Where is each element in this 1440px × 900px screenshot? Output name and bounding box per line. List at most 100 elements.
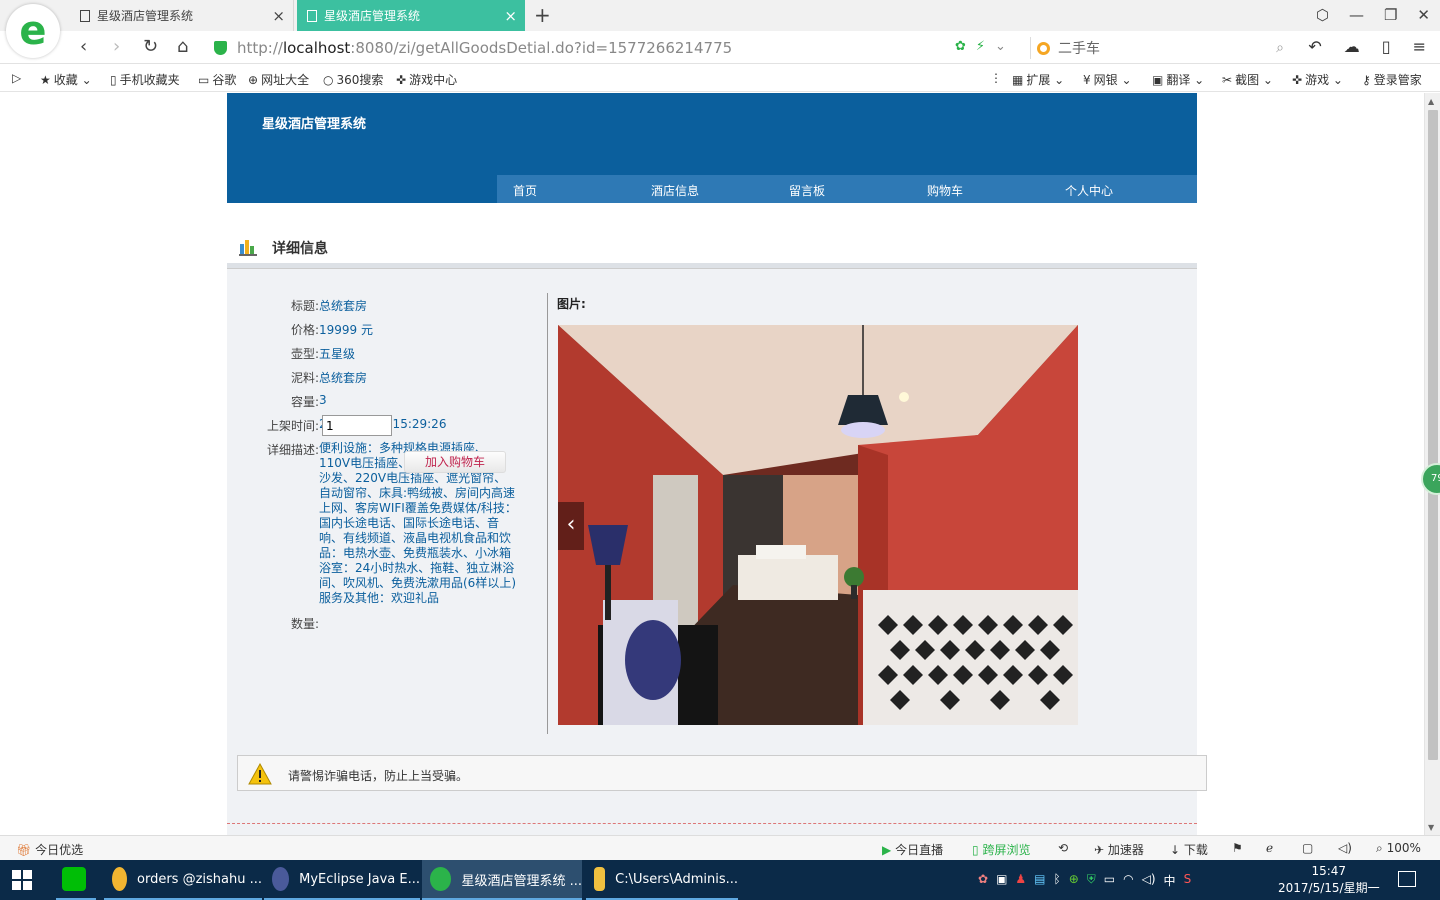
reload-icon[interactable]: ↻ [143, 36, 158, 57]
forward-icon[interactable]: › [113, 36, 120, 57]
nav-cart[interactable]: 购物车 [927, 182, 963, 199]
tray-network-icon[interactable]: ▤ [1034, 872, 1045, 889]
iqiyi-icon[interactable] [56, 860, 96, 900]
bookmark-game-center[interactable]: ✜ 游戏中心 [396, 71, 457, 88]
notification-center-icon[interactable] [1398, 871, 1416, 887]
taskbar-app-label: MyEclipse Java E... [299, 871, 420, 887]
tray-app-icon[interactable]: ▣ [996, 872, 1007, 889]
browser-logo-icon[interactable]: e [6, 4, 60, 58]
site-header: 星级酒店管理系统 首页 酒店信息 留言板 购物车 个人中心 [227, 93, 1197, 203]
browser-tab-active[interactable]: 星级酒店管理系统 × [297, 0, 525, 31]
bookmark-url-directory[interactable]: ⊕ 网址大全 [248, 71, 309, 88]
close-tab-icon[interactable]: × [504, 7, 517, 25]
nav-home[interactable]: 首页 [513, 182, 537, 199]
status-cross-screen[interactable]: ▯ 跨屏浏览 [972, 841, 1030, 858]
new-tab-icon[interactable]: + [534, 3, 551, 27]
sogou-icon[interactable]: S [1184, 872, 1192, 889]
windows-start-icon[interactable] [12, 870, 32, 890]
add-to-cart-button[interactable]: 加入购物车 [404, 451, 506, 473]
directory-icon: ⊕ [248, 73, 259, 87]
warning-icon [248, 763, 272, 785]
field-row: 标题: 总统套房 [227, 297, 367, 314]
wifi-icon[interactable]: ◠ [1123, 872, 1133, 889]
taskbar-app-explorer[interactable]: C:\Users\Adminis... [586, 860, 738, 900]
history-icon[interactable]: ⟲ [1058, 841, 1068, 855]
tray-shield-icon[interactable]: ⛨ [1087, 872, 1096, 889]
system-clock[interactable]: 15:47 2017/5/15/星期一 [1278, 863, 1380, 897]
taskbar-app-navicat[interactable]: orders @zishahu ... [104, 860, 262, 900]
room-photo[interactable] [558, 325, 1078, 725]
chart-icon [239, 240, 257, 256]
volume-icon[interactable]: ◁) [1142, 872, 1156, 889]
windows-taskbar: orders @zishahu ... MyEclipse Java E... … [0, 860, 1440, 900]
gamepad-icon: ✜ [1292, 73, 1303, 87]
back-icon[interactable]: ‹ [80, 36, 87, 57]
search-box[interactable]: 二手车 ⌕ [1030, 37, 1288, 59]
search-engine-icon[interactable] [1037, 41, 1050, 55]
scroll-down-icon[interactable]: ▼ [1428, 823, 1434, 832]
compat-mode-icon[interactable]: ✿ [955, 39, 966, 54]
sidebar-toggle-icon[interactable]: ▷ [12, 71, 21, 85]
ext-login-manager[interactable]: ⚷ 登录管家 [1362, 71, 1422, 88]
skin-icon[interactable]: ⬡ [1316, 6, 1329, 24]
zoom-control[interactable]: ⌕ 100% [1376, 841, 1421, 856]
search-placeholder: 二手车 [1058, 41, 1100, 57]
tray-user-icon[interactable]: ♟ [1015, 872, 1026, 889]
ext-extensions[interactable]: ▦ 扩展 ⌄ [1012, 71, 1064, 88]
quantity-input[interactable] [322, 415, 392, 436]
taskbar-app-myeclipse[interactable]: MyEclipse Java E... [264, 860, 420, 900]
speed-mode-icon[interactable]: ⚡ [976, 39, 985, 54]
nav-hotel-info[interactable]: 酒店信息 [651, 182, 699, 199]
gift-icon: 🎁︎ [16, 843, 32, 857]
undo-icon[interactable]: ↶ [1308, 37, 1321, 56]
cloud-icon[interactable]: ☁ [1344, 37, 1360, 56]
dropdown-icon[interactable]: ⌄ [995, 39, 1006, 54]
ext-translate[interactable]: ▣ 翻译 ⌄ [1152, 71, 1204, 88]
tab-title: 星级酒店管理系统 [97, 9, 194, 23]
tray-360-icon[interactable]: ⊕ [1069, 872, 1079, 889]
bookmark-mobile[interactable]: ▯ 手机收藏夹 [110, 71, 180, 88]
battery-icon[interactable]: ▭ [1104, 872, 1115, 889]
taskbar-app-label: C:\Users\Adminis... [615, 871, 738, 887]
bookmark-favorites[interactable]: ★ 收藏 ⌄ [40, 71, 92, 88]
scroll-thumb[interactable] [1428, 110, 1438, 760]
menu-icon[interactable]: ≡ [1413, 37, 1426, 56]
bluetooth-icon[interactable]: ᛒ [1054, 872, 1061, 889]
phone-icon[interactable]: ▯ [1382, 37, 1391, 56]
nav-profile[interactable]: 个人中心 [1065, 182, 1113, 199]
field-value: 19999 元 [319, 323, 373, 337]
bookmark-360-search[interactable]: ○ 360搜索 [323, 71, 383, 88]
ime-indicator[interactable]: 中 [1164, 872, 1176, 889]
status-download[interactable]: ↓ 下载 [1170, 841, 1208, 858]
status-live[interactable]: ▶ 今日直播 [882, 841, 943, 858]
url-field[interactable]: http://localhost:8080/zi/getAllGoodsDeti… [214, 37, 1024, 59]
photo-prev-arrow[interactable]: ‹ [558, 502, 584, 550]
home-icon[interactable]: ⌂ [177, 36, 188, 57]
status-accelerator[interactable]: ✈ 加速器 [1094, 841, 1144, 858]
ext-games[interactable]: ✜ 游戏 ⌄ [1292, 71, 1343, 88]
page-icon [307, 9, 317, 22]
browser-tab[interactable]: 星级酒店管理系统 × [70, 0, 294, 31]
window-icon[interactable]: ▢ [1302, 841, 1313, 855]
more-icon[interactable]: ⋮ [990, 71, 1002, 85]
flag-icon[interactable]: ⚑ [1232, 841, 1243, 855]
ie-icon[interactable]: ℯ [1266, 841, 1273, 855]
close-tab-icon[interactable]: × [272, 7, 285, 25]
restore-icon[interactable]: ❐ [1384, 6, 1397, 24]
nav-message-board[interactable]: 留言板 [789, 182, 825, 199]
ext-bank[interactable]: ¥ 网银 ⌄ [1083, 71, 1132, 88]
toolbar-right: ↶ ☁ ▯ ≡ [1308, 37, 1426, 56]
page-icon: ▭ [198, 73, 210, 87]
minimize-icon[interactable]: — [1349, 6, 1364, 24]
search-icon[interactable]: ⌕ [1276, 40, 1284, 56]
sound-icon[interactable]: ◁) [1338, 841, 1352, 855]
close-window-icon[interactable]: ✕ [1417, 6, 1430, 24]
taskbar-app-browser[interactable]: 星级酒店管理系统 ... [422, 860, 582, 900]
bookmark-google[interactable]: ▭ 谷歌 [198, 71, 236, 88]
status-today-picks[interactable]: 🎁︎ 今日优选 [16, 841, 83, 858]
url-scheme: http:// [237, 39, 283, 57]
field-label: 标题: [290, 299, 319, 313]
tray-flower-icon[interactable]: ✿ [978, 872, 988, 889]
ext-screenshot[interactable]: ✂ 截图 ⌄ [1222, 71, 1273, 88]
scroll-up-icon[interactable]: ▲ [1428, 97, 1434, 106]
